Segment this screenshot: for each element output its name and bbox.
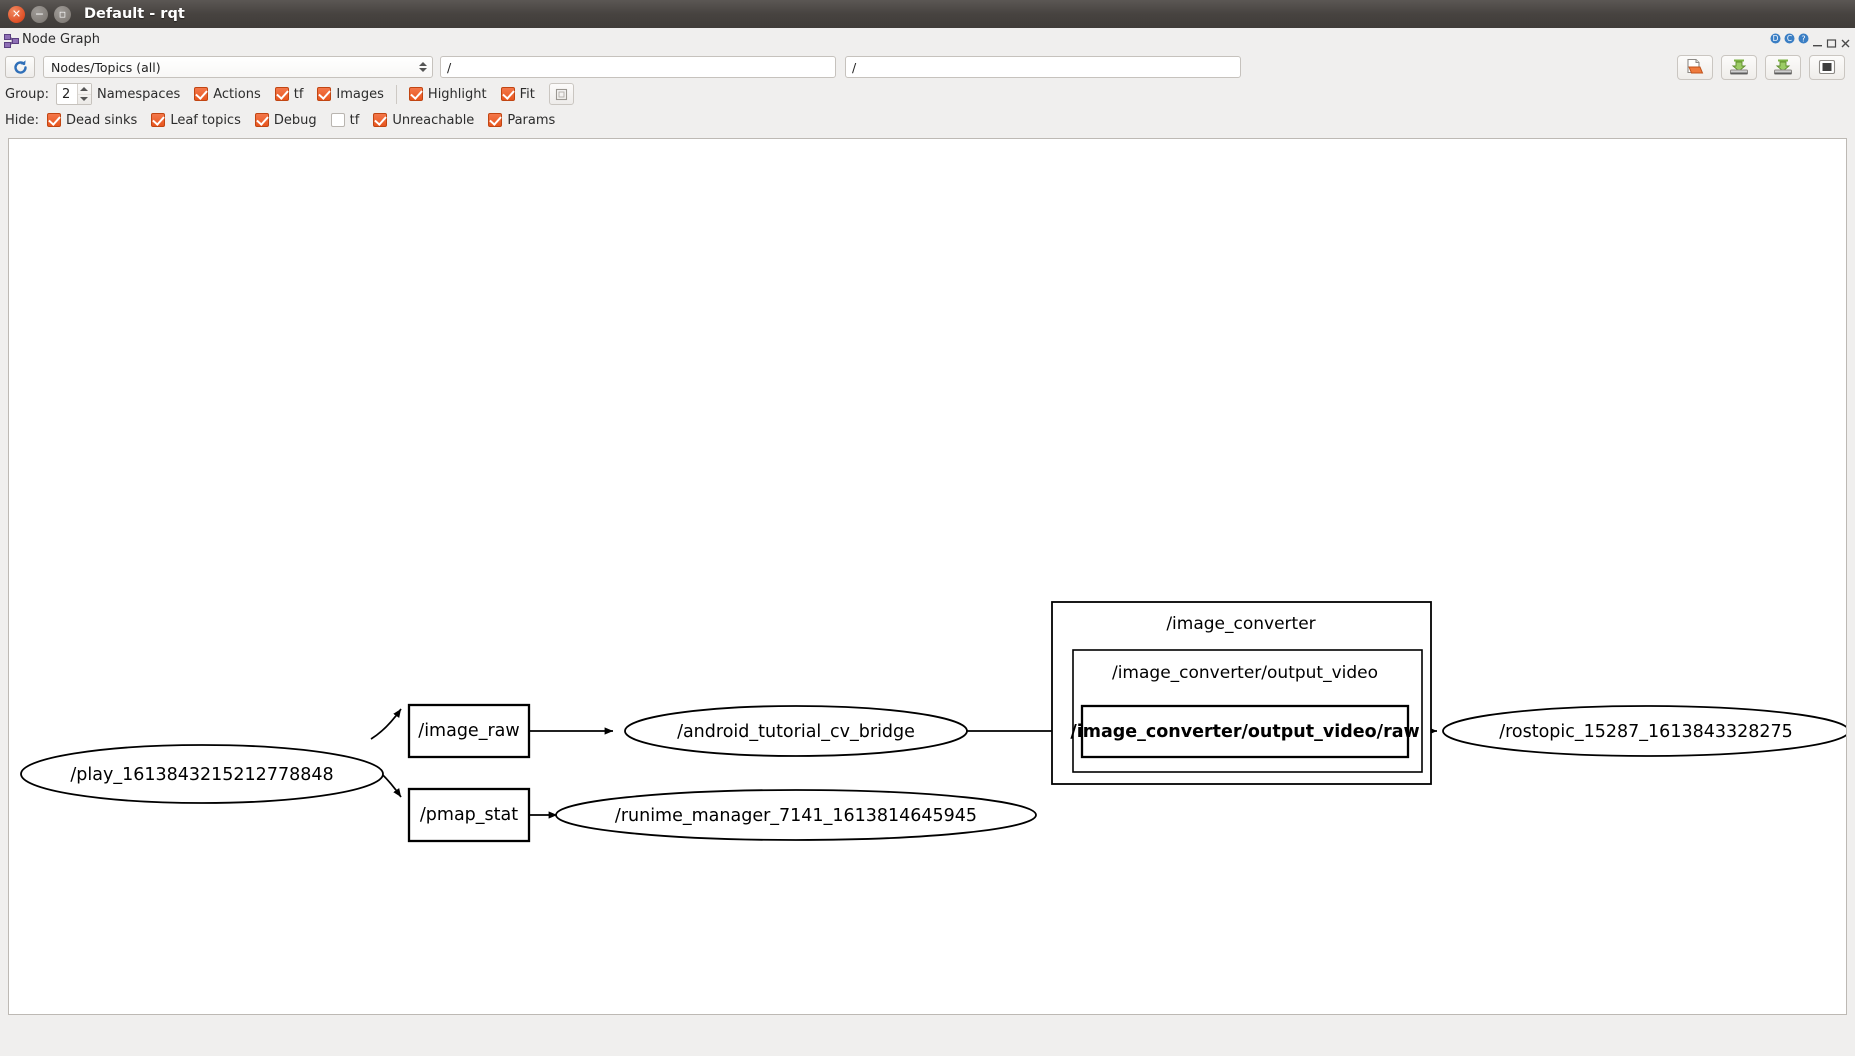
svg-text:C: C [1787,34,1792,43]
checkbox-tf-label: tf [293,86,304,102]
checkbox-hide-dead-sinks-label: Dead sinks [66,112,138,128]
node-play-label: /play_1613843215212778848 [70,765,333,785]
auto-fit-button[interactable] [548,83,574,105]
node-image-raw[interactable]: /image_raw [407,703,531,759]
graph-type-select[interactable]: Nodes/Topics (all) [43,56,433,78]
checkbox-hide-leaf-topics-box[interactable] [151,113,166,127]
plugin-dock-controls: D C ? [1770,28,1851,51]
node-rostopic-label: /rostopic_15287_1613843328275 [1499,722,1793,742]
node-output-video-raw[interactable]: /image_converter/output_video/raw [1070,704,1420,759]
group-spinbox-value: 2 [61,86,71,102]
checkbox-highlight-label: Highlight [427,86,487,102]
window-buttons: ✕ − ▫ [8,5,71,23]
checkbox-hide-debug-label: Debug [273,112,317,128]
group-spinbox[interactable]: 2 [55,83,92,105]
save-dot-button[interactable] [1721,54,1757,80]
window-minimize-button[interactable]: − [31,5,48,23]
dock-help-icon[interactable]: ? [1798,33,1809,46]
save-image-button[interactable] [1765,54,1801,80]
topic-filter-input[interactable]: / [440,56,836,78]
checkbox-fit-label: Fit [519,86,535,102]
checkbox-hide-debug-box[interactable] [254,113,269,127]
checkbox-fit[interactable]: Fit [500,86,535,102]
checkbox-namespaces[interactable]: Namespaces [97,87,180,102]
node-graph-icon [4,33,19,48]
refresh-button[interactable] [5,56,35,78]
checkbox-hide-params-box[interactable] [488,113,503,127]
dock-c-icon[interactable]: C [1784,33,1795,46]
spin-up-icon[interactable] [77,84,91,95]
window-titlebar: ✕ − ▫ Default - rqt [0,0,1855,28]
svg-text:D: D [1773,34,1779,43]
fullscreen-button[interactable] [1809,54,1845,80]
node-runime-manager[interactable]: /runime_manager_7141_1613814645945 [555,789,1037,841]
node-android-tutorial-cv-bridge[interactable]: /android_tutorial_cv_bridge [624,705,968,757]
checkbox-tf-box[interactable] [274,87,289,101]
checkbox-hide-unreachable-label: Unreachable [392,112,475,128]
checkbox-hide-debug[interactable]: Debug [254,112,317,128]
node-play[interactable]: /play_1613843215212778848 [20,744,384,804]
checkbox-fit-box[interactable] [500,87,515,101]
window-maximize-button[interactable]: ▫ [54,5,71,23]
node-pmap-stat-label: /pmap_stat [420,805,518,825]
node-filter-value: / [852,59,857,75]
checkbox-hide-tf-label: tf [349,112,360,128]
checkbox-namespaces-label: Namespaces [96,86,181,102]
checkbox-hide-tf-box[interactable] [330,113,345,127]
dock-close-icon[interactable] [1840,34,1851,48]
plugin-titlebar: Node Graph D C ? [0,28,1855,51]
checkbox-hide-params-label: Params [507,112,556,128]
group-label: Group: [5,86,49,102]
toolbar: Nodes/Topics (all) / / Group: 2 Namespac… [0,51,1855,133]
node-runime-manager-label: /runime_manager_7141_1613814645945 [615,806,977,826]
topic-filter-value: / [447,59,452,75]
edge-play-to-image-raw [370,708,402,740]
checkbox-hide-unreachable-box[interactable] [373,113,388,127]
toolbar-separator [395,84,397,104]
checkbox-tf[interactable]: tf [274,86,304,102]
graph-type-value: Nodes/Topics (all) [51,59,161,75]
node-cv-bridge-label: /android_tutorial_cv_bridge [677,722,915,742]
hide-label: Hide: [5,112,40,128]
chevron-updown-icon [418,62,428,72]
checkbox-hide-unreachable[interactable]: Unreachable [373,113,474,128]
cluster-output-video-label: /image_converter/output_video [1112,663,1378,683]
checkbox-highlight-box[interactable] [408,87,423,101]
checkbox-hide-leaf-topics[interactable]: Leaf topics [151,113,241,128]
checkbox-highlight[interactable]: Highlight [408,86,487,102]
checkbox-hide-leaf-topics-label: Leaf topics [170,112,241,128]
checkbox-actions-label: Actions [213,86,261,102]
node-image-raw-label: /image_raw [418,721,519,741]
node-graph-canvas[interactable]: /image_converter /image_converter/output… [8,138,1847,1015]
checkbox-images-box[interactable] [317,87,332,101]
dock-d-icon[interactable]: D [1770,33,1781,46]
plugin-title: Node Graph [22,32,100,47]
load-dot-button[interactable] [1677,54,1713,80]
checkbox-hide-dead-sinks-box[interactable] [47,113,62,127]
cluster-image-converter-label: /image_converter [1166,614,1315,634]
svg-text:?: ? [1801,34,1805,43]
checkbox-actions[interactable]: Actions [194,87,261,102]
dock-restore-icon[interactable] [1826,34,1837,48]
node-filter-input[interactable]: / [845,56,1241,78]
checkbox-actions-box[interactable] [194,87,209,101]
window-close-button[interactable]: ✕ [8,5,25,23]
checkbox-hide-params[interactable]: Params [488,113,555,128]
checkbox-hide-dead-sinks[interactable]: Dead sinks [47,113,137,128]
window-title: Default - rqt [84,6,185,22]
group-spinbox-arrows[interactable] [76,84,91,105]
checkbox-images-label: Images [336,86,384,102]
toolbar-row-hide: Hide: Dead sinks Leaf topics Debug tf Un… [5,107,1850,133]
spin-down-icon[interactable] [78,95,91,105]
checkbox-images[interactable]: Images [317,87,384,102]
node-graph-svg[interactable]: /image_converter /image_converter/output… [9,139,1846,1014]
checkbox-hide-tf[interactable]: tf [330,112,360,128]
toolbar-action-buttons [1677,54,1850,80]
node-rostopic[interactable]: /rostopic_15287_1613843328275 [1442,705,1846,757]
dock-minimize-icon[interactable] [1812,34,1823,47]
toolbar-row-filters: Nodes/Topics (all) / / [5,53,1850,81]
node-output-video-raw-label: /image_converter/output_video/raw [1070,722,1419,742]
node-pmap-stat[interactable]: /pmap_stat [407,787,531,843]
toolbar-row-options: Group: 2 Namespaces Actions tf Images Hi… [5,81,1850,107]
